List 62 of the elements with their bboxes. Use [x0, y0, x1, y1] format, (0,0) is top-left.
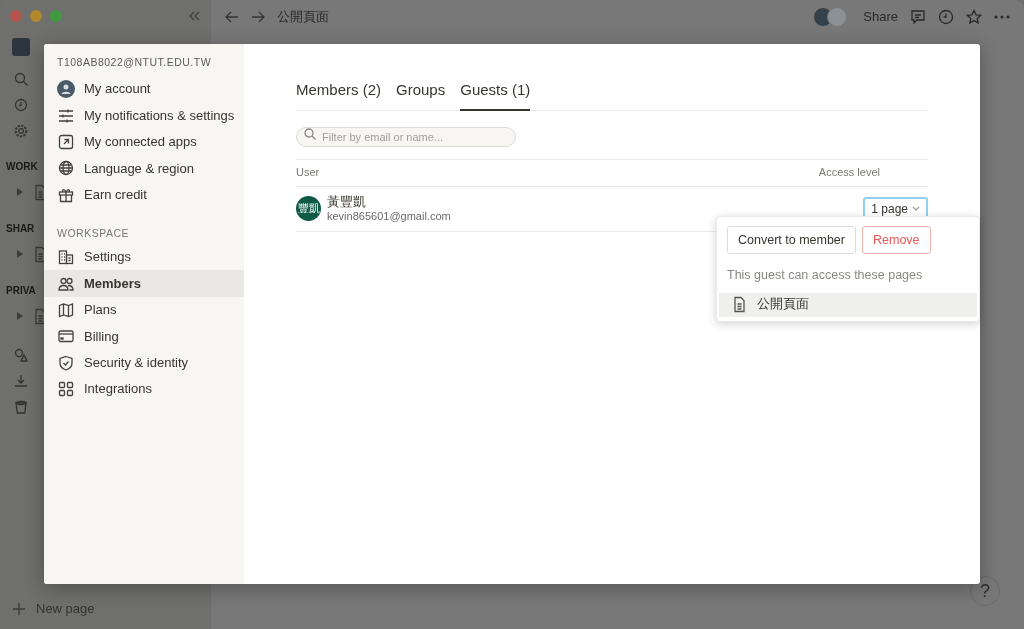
- globe-icon: [58, 160, 74, 177]
- external-link-icon: [58, 133, 74, 150]
- shield-icon: [58, 354, 74, 371]
- clock-icon: [938, 8, 954, 25]
- gear-icon: [14, 124, 28, 138]
- filter-field[interactable]: Filter by email or name...: [296, 126, 516, 147]
- settings-menu-item[interactable]: Plans: [44, 296, 244, 324]
- section-heading: WORKSPACE: [56, 225, 130, 240]
- clock-icon: [14, 98, 28, 112]
- tab[interactable]: Members (2): [296, 74, 381, 110]
- chevron-down-icon: [912, 205, 920, 212]
- people-icon: [58, 275, 74, 292]
- settings-menu-item[interactable]: My notifications & settings: [44, 102, 244, 129]
- comment-icon: [910, 8, 926, 25]
- section-label: PRIVA: [6, 283, 36, 298]
- expand-triangle-icon: [16, 187, 24, 197]
- section-label: WORK: [6, 159, 38, 174]
- column-header: Access level: [818, 165, 880, 181]
- settings-menu-item[interactable]: Security & identity: [44, 349, 244, 376]
- credit-card-icon: [58, 328, 74, 345]
- page-menu-item[interactable]: 公開頁面: [719, 292, 977, 317]
- settings-menu-item[interactable]: Language & region: [44, 155, 244, 182]
- star-icon: [966, 8, 982, 25]
- remove-button[interactable]: Remove: [862, 226, 931, 254]
- shapes-icon: [14, 348, 28, 362]
- search-icon: [304, 127, 316, 140]
- user-email: kevin865601@gmail.com: [327, 208, 451, 224]
- section-label: SHAR: [6, 221, 35, 236]
- user-avatar: [827, 6, 848, 27]
- trash-icon: [14, 400, 28, 414]
- settings-menu-item[interactable]: My account: [44, 76, 244, 103]
- settings-sliders-icon: [58, 107, 74, 124]
- user-name: 黃豐凱: [327, 193, 367, 209]
- download-icon: [14, 374, 28, 388]
- expand-triangle-icon: [16, 249, 24, 259]
- page-icon: [731, 296, 747, 314]
- account-email: T108AB8022@NTUT.EDU.TW: [56, 55, 213, 69]
- expand-triangle-icon: [16, 311, 24, 321]
- building-icon: [58, 249, 74, 266]
- settings-menu-item[interactable]: Integrations: [44, 375, 244, 403]
- collapse-sidebar-icon: [187, 10, 201, 22]
- tab[interactable]: Groups: [396, 74, 446, 110]
- workspace-icon: [12, 38, 30, 56]
- gift-icon: [58, 186, 74, 203]
- settings-menu-item[interactable]: Billing: [44, 323, 244, 350]
- tab[interactable]: Guests (1): [460, 74, 531, 111]
- map-icon: [58, 301, 74, 318]
- menu-note: This guest can access these pages: [726, 267, 924, 284]
- search-icon: [14, 72, 28, 86]
- avatar-icon: [57, 80, 75, 99]
- more-icon: [994, 14, 1010, 19]
- forward-arrow-icon: [251, 10, 265, 23]
- settings-menu-item[interactable]: Members: [44, 270, 244, 297]
- grid-icon: [58, 381, 74, 398]
- column-header: User: [296, 165, 320, 181]
- back-arrow-icon[interactable]: [225, 10, 239, 23]
- plus-icon: [12, 602, 26, 616]
- settings-menu-item[interactable]: Settings: [44, 243, 244, 271]
- settings-menu-item[interactable]: Earn credit: [44, 181, 244, 208]
- convert-button[interactable]: Convert to member: [727, 226, 856, 254]
- settings-menu-item[interactable]: My connected apps: [44, 128, 244, 156]
- user-avatar: 豐凱: [296, 196, 321, 221]
